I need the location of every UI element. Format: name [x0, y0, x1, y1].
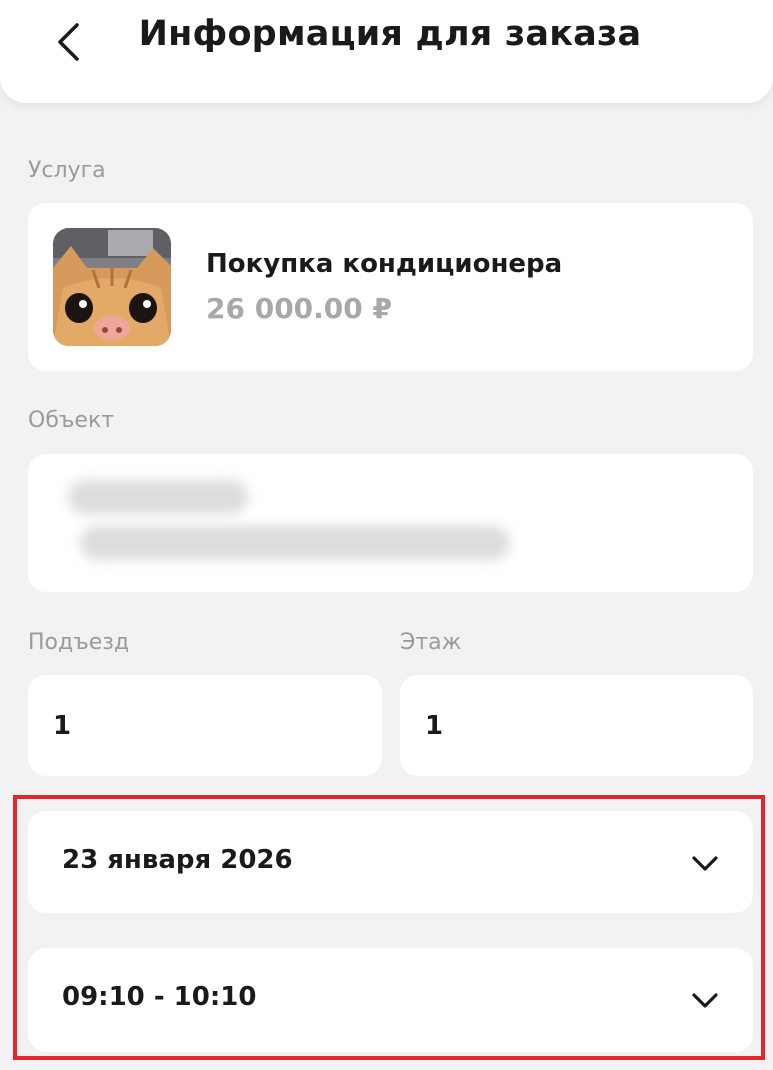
object-card[interactable]	[28, 454, 753, 592]
entrance-value: 1	[53, 711, 72, 741]
date-value: 23 января 2026	[62, 845, 293, 875]
time-select[interactable]: 09:10 - 10:10	[28, 948, 753, 1052]
service-section-label: Услуга	[28, 158, 106, 183]
blurred-address-line-2	[80, 526, 510, 560]
floor-value: 1	[425, 711, 444, 741]
service-image	[53, 228, 171, 346]
service-name: Покупка кондиционера	[206, 249, 563, 279]
time-value: 09:10 - 10:10	[62, 982, 257, 1012]
chevron-down-icon	[692, 993, 718, 1008]
date-select[interactable]: 23 января 2026	[28, 811, 753, 913]
object-section-label: Объект	[28, 408, 115, 433]
app-header: Информация для заказа	[0, 0, 773, 103]
floor-label: Этаж	[400, 630, 462, 655]
chevron-down-icon	[692, 856, 718, 871]
floor-field[interactable]: 1	[400, 675, 753, 776]
page-title: Информация для заказа	[138, 14, 642, 54]
entrance-field[interactable]: 1	[28, 675, 382, 776]
service-card[interactable]: Покупка кондиционера 26 000.00 ₽	[28, 203, 753, 371]
blurred-address-line-1	[68, 480, 248, 514]
entrance-label: Подъезд	[28, 630, 130, 655]
service-price: 26 000.00 ₽	[206, 292, 392, 325]
